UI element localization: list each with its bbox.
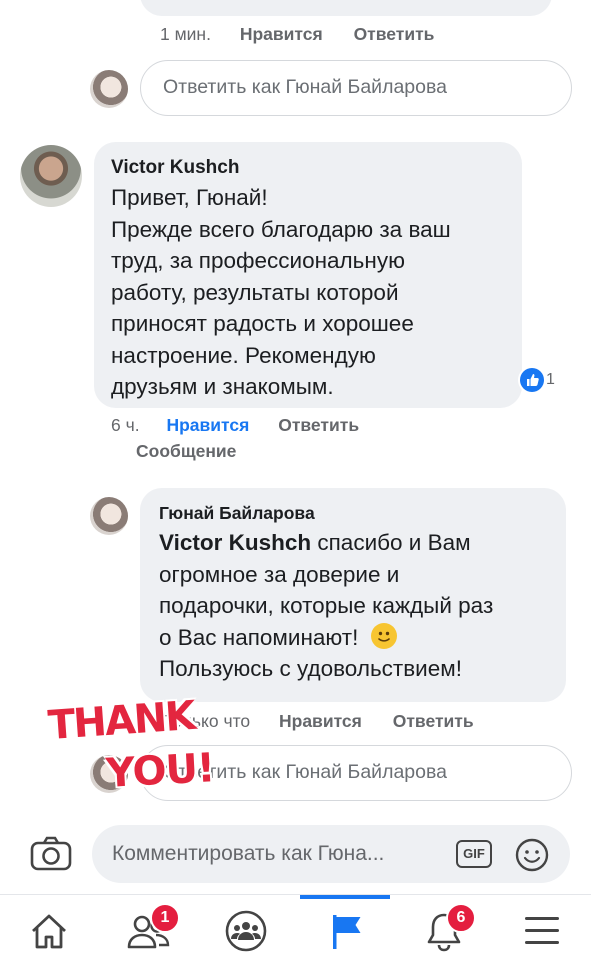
reply-line: Victor Kushch спасибо и Вам — [159, 527, 493, 559]
slightly-smiling-emoji-icon — [370, 622, 397, 649]
comment-author[interactable]: Victor Kushch — [111, 157, 239, 179]
reply-line-rest: спасибо и Вам — [311, 530, 471, 555]
comment-text: на прием за неделю. — [160, 0, 377, 10]
comment-time: 1 мин. — [160, 24, 211, 44]
comment-actions: 6 ч. Нравится Ответить — [111, 415, 359, 436]
reply-line-text: о Вас напоминают! — [159, 624, 359, 650]
mention-link[interactable]: Victor Kushch — [159, 530, 311, 555]
bottom-nav: 1 6 — [0, 894, 591, 965]
comment-time: 6 ч. — [111, 415, 140, 435]
comment-line: настроение. Рекомендую — [111, 342, 376, 368]
comment-line: друзьям и знакомым. — [111, 374, 334, 399]
reply-button[interactable]: Ответить — [393, 711, 474, 731]
reply-input[interactable]: Ответить как Гюнай Байларова — [140, 60, 572, 116]
comment-input[interactable]: Комментировать как Гюна... GIF — [92, 825, 570, 883]
gif-label: GIF — [463, 846, 485, 861]
groups-icon[interactable] — [224, 909, 268, 958]
sticker-line: YOU! — [104, 745, 216, 797]
comment-composer: Комментировать как Гюна... GIF — [0, 816, 591, 894]
comment-placeholder: Комментировать как Гюна... — [112, 842, 385, 865]
camera-icon[interactable] — [30, 836, 72, 877]
home-icon[interactable] — [28, 911, 70, 956]
sticker-line: THANK — [46, 692, 196, 750]
top-comment-bubble: на прием за неделю. — [140, 0, 552, 16]
reply-placeholder: Ответить как Гюнай Байларова — [163, 76, 447, 98]
comment-line: Привет, Гюнай! — [111, 185, 268, 210]
avatar — [90, 70, 128, 108]
top-comment-actions: 1 мин. Нравится Ответить — [160, 24, 434, 45]
comment-bubble: Victor Kushch Привет, Гюнай! Прежде всег… — [94, 142, 522, 408]
avatar[interactable] — [20, 145, 82, 207]
reply-actions: Только что Нравится Ответить — [163, 711, 474, 732]
active-tab-indicator — [300, 895, 390, 899]
comment-line: Прежде всего благодарю за ваш — [111, 216, 451, 242]
reply-line: Пользуюсь с удовольствием! — [159, 656, 462, 681]
comment-line: труд, за профессиональную — [111, 248, 405, 273]
reply-button[interactable]: Ответить — [278, 415, 359, 435]
reply-line: подарочки, которые каждый раз — [159, 593, 494, 618]
reply-bubble: Гюнай Байларова Victor Kushch спасибо и … — [140, 488, 566, 702]
notifications-badge: 6 — [446, 903, 476, 933]
reply-text: Victor Kushch спасибо и Вам огромное за … — [159, 527, 493, 685]
reply-author[interactable]: Гюнай Байларова — [159, 503, 315, 524]
comment-line: приносят радость и хорошее — [111, 311, 414, 336]
reply-line: о Вас напоминают! — [159, 622, 493, 654]
thank-you-sticker: THANK YOU! — [46, 692, 216, 808]
reaction-summary[interactable]: 1 — [518, 366, 559, 394]
like-button[interactable]: Нравится — [279, 711, 362, 731]
reply-button[interactable]: Ответить — [354, 24, 435, 44]
like-button[interactable]: Нравится — [166, 415, 249, 435]
pages-flag-icon[interactable] — [327, 911, 365, 956]
menu-icon[interactable] — [524, 915, 560, 952]
emoji-icon[interactable] — [515, 838, 549, 877]
comment-line: работу, результаты которой — [111, 279, 399, 305]
friends-badge: 1 — [150, 903, 180, 933]
like-button[interactable]: Нравится — [240, 24, 323, 44]
avatar[interactable] — [90, 497, 128, 535]
message-button[interactable]: Сообщение — [136, 441, 236, 462]
reply-line: огромное за доверие и — [159, 561, 400, 587]
gif-icon[interactable]: GIF — [456, 840, 492, 868]
like-reaction-icon — [520, 368, 544, 392]
comment-text: Привет, Гюнай! Прежде всего благодарю за… — [111, 182, 451, 403]
reaction-count: 1 — [546, 371, 555, 388]
